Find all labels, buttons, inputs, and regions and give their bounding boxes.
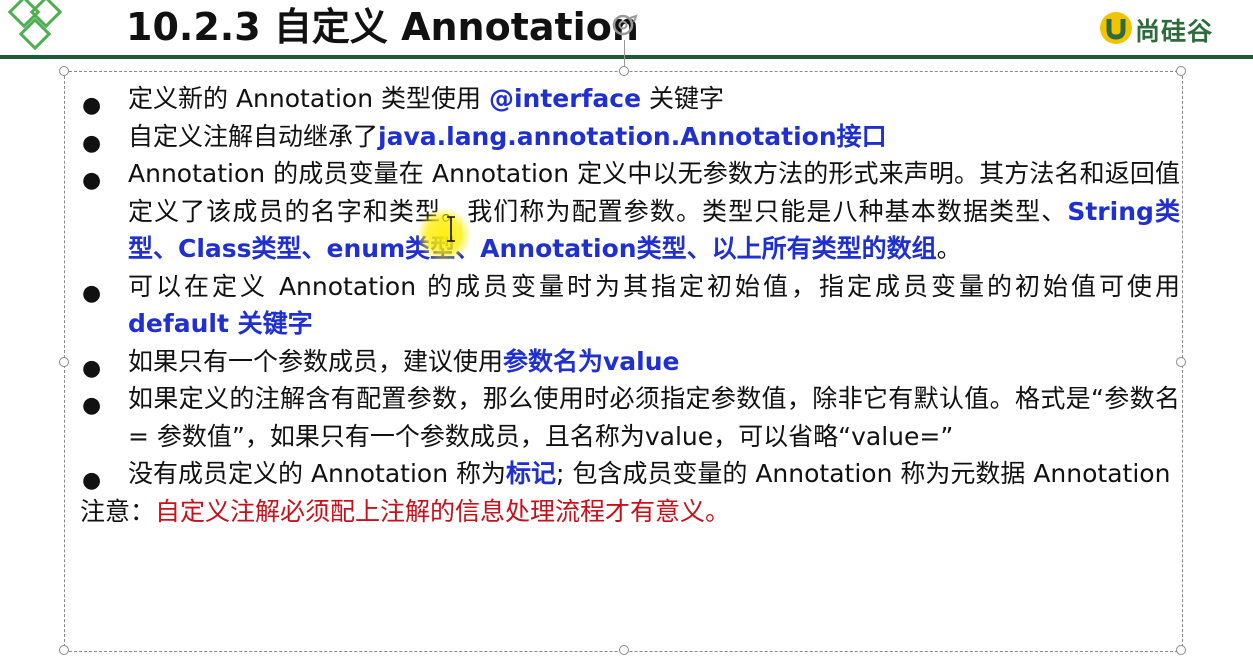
brand-name: 尚硅谷 xyxy=(1135,17,1214,46)
item-keyword: @interface xyxy=(488,84,642,113)
bullet-item: ● 可以在定义 Annotation 的成员变量时为其指定初始值，指定成员变量的… xyxy=(80,268,1180,343)
resize-handle-bottom-left[interactable] xyxy=(59,645,69,655)
item-text: ; 包含成员变量的 Annotation 称为元数据 Annotation xyxy=(556,459,1171,488)
resize-handle-top-right[interactable] xyxy=(1176,66,1186,76)
diamonds-logo-icon xyxy=(7,0,63,51)
header-divider xyxy=(0,55,1253,59)
item-text: 关键字 xyxy=(641,84,725,113)
bullet-item: ● 如果只有一个参数成员，建议使用参数名为value xyxy=(80,343,1180,381)
item-text: 可以在定义 Annotation 的成员变量时为其指定初始值，指定成员变量的初始… xyxy=(128,271,1180,301)
item-text: 定义新的 Annotation 类型使用 xyxy=(128,84,489,113)
bullet-icon: ● xyxy=(82,393,102,418)
note-line: 注意：自定义注解必须配上注解的信息处理流程才有意义。 xyxy=(80,493,1180,531)
resize-handle-top[interactable] xyxy=(619,66,629,76)
item-keyword: 参数名为value xyxy=(503,346,680,376)
bullet-icon: ● xyxy=(82,468,102,493)
slide-title: 10.2.3 自定义 Annotation xyxy=(126,5,639,49)
resize-handle-top-left[interactable] xyxy=(59,66,69,76)
resize-handle-left[interactable] xyxy=(59,357,69,367)
text-cursor-icon xyxy=(447,216,455,242)
rotate-icon[interactable] xyxy=(606,10,642,40)
mouse-highlight xyxy=(417,208,471,262)
item-text: 自定义注解自动继承了 xyxy=(128,121,379,151)
item-text: 如果定义的注解含有配置参数，那么使用时必须指定参数值，除非它有默认值。格式是“参… xyxy=(128,384,1180,451)
note-label: 注意： xyxy=(80,496,156,526)
bullet-icon: ● xyxy=(82,168,102,193)
bullet-item: ● Annotation 的成员变量在 Annotation 定义中以无参数方法… xyxy=(80,155,1180,268)
item-text: Annotation 的成员变量在 Annotation 定义中以无参数方法的形… xyxy=(128,159,1180,226)
bullet-item: ● 如果定义的注解含有配置参数，那么使用时必须指定参数值，除非它有默认值。格式是… xyxy=(80,380,1180,455)
bullet-icon: ● xyxy=(82,280,102,306)
item-text: 如果只有一个参数成员，建议使用 xyxy=(128,346,504,376)
note-text: 自定义注解必须配上注解的信息处理流程才有意义。 xyxy=(155,496,731,526)
bullet-item: ● 定义新的 Annotation 类型使用 @interface 关键字 xyxy=(80,80,1180,118)
brand-u-icon xyxy=(1100,12,1132,44)
item-keyword: java.lang.annotation.Annotation接口 xyxy=(378,121,887,151)
slide-body-text[interactable]: ● 定义新的 Annotation 类型使用 @interface 关键字 ● … xyxy=(80,80,1180,530)
item-keyword: default 关键字 xyxy=(128,309,313,338)
rotation-handle-stem xyxy=(624,40,625,66)
resize-handle-bottom[interactable] xyxy=(619,645,629,655)
resize-handle-bottom-right[interactable] xyxy=(1176,645,1186,655)
item-text: 。 xyxy=(936,234,962,263)
slide-header: 10.2.3 自定义 Annotation 尚硅谷 xyxy=(0,0,1253,59)
bullet-item: ● 自定义注解自动继承了java.lang.annotation.Annotat… xyxy=(80,118,1180,156)
item-keyword: 标记 xyxy=(506,459,557,488)
item-text: 没有成员定义的 Annotation 称为 xyxy=(128,459,506,488)
bullet-item: ● 没有成员定义的 Annotation 称为标记; 包含成员变量的 Annot… xyxy=(80,455,1180,493)
